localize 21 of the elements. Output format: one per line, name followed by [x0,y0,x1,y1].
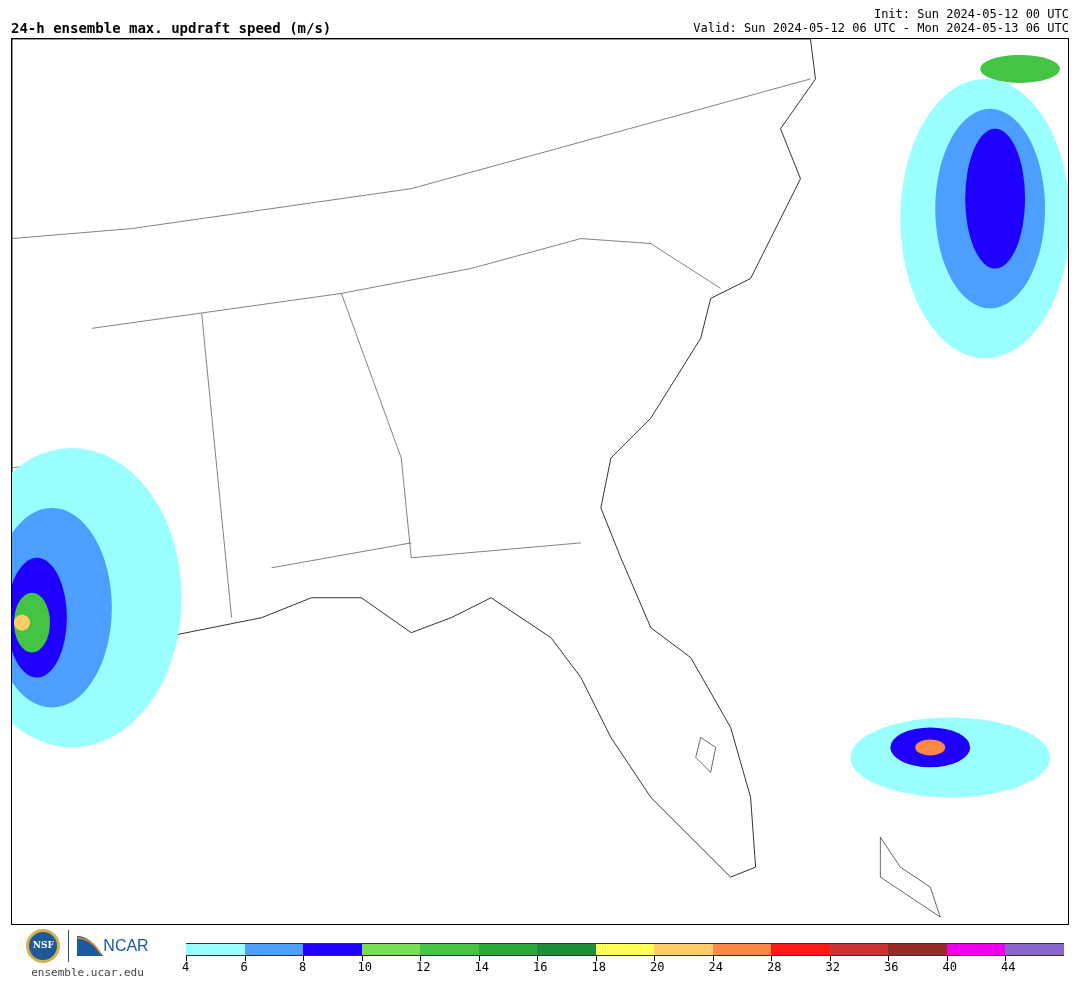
valid-period: Valid: Sun 2024-05-12 06 UTC - Mon 2024-05-13 06 UTC [693,21,1069,35]
colorbar-label: 16 [533,961,548,973]
colorbar-label: 24 [708,961,723,973]
init-time: Init: Sun 2024-05-12 00 UTC [873,7,1069,21]
nsf-logo: NSF [26,929,61,963]
colorbar-label: 32 [825,961,840,973]
website-url: ensemble.ucar.edu [31,965,144,981]
colorbar-label: 18 [591,961,606,973]
colorbar-label: 14 [474,961,489,973]
map-title: 24-h ensemble max. updraft speed (m/s) [11,21,332,35]
colorbar-label: 4 [182,961,190,973]
colorbar-label: 20 [650,961,665,973]
colorbar-label: 40 [942,961,957,973]
colorbar-label: 12 [416,961,431,973]
colorbar-label: 28 [767,961,782,973]
colorbar-label: 36 [884,961,899,973]
colorbar-label: 8 [299,961,307,973]
colorbar-label: 10 [357,961,372,973]
ncar-logo: NCAR [77,936,149,956]
colorbar-label: 6 [240,961,248,973]
colorbar-label: 44 [1001,961,1016,973]
